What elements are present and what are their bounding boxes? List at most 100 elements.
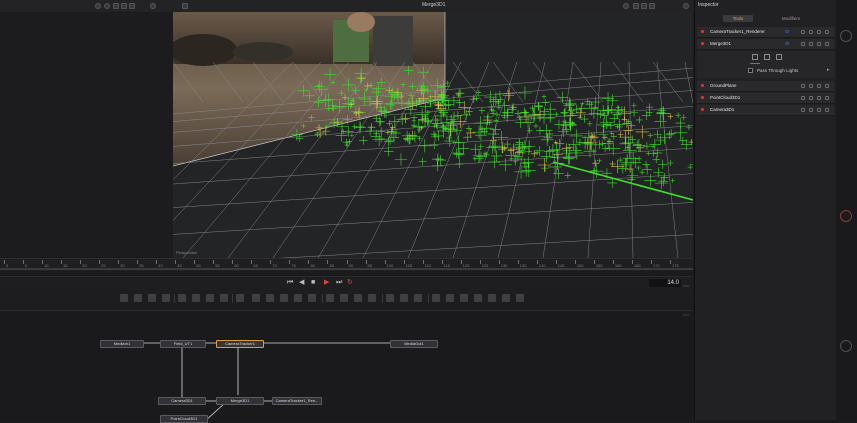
- tool-icon[interactable]: [266, 294, 274, 302]
- version-icon[interactable]: ⊙: [785, 41, 789, 47]
- node-camera3d[interactable]: Camera3D1: [158, 397, 206, 405]
- viewer-b-icon[interactable]: [121, 3, 127, 9]
- tool-icon[interactable]: [446, 294, 454, 302]
- node-options-icon[interactable]: ⋯: [683, 312, 689, 319]
- tool-icon[interactable]: [414, 294, 422, 302]
- tracker-point: [344, 142, 350, 148]
- roi-icon[interactable]: [633, 3, 639, 9]
- version-icon[interactable]: ⊙: [785, 29, 789, 35]
- tool-icon[interactable]: [252, 294, 260, 302]
- tool-icon[interactable]: [236, 294, 244, 302]
- expand-icon[interactable]: ▸: [827, 67, 830, 73]
- options-icon[interactable]: [649, 3, 655, 9]
- stop-icon[interactable]: ■: [311, 279, 315, 287]
- viewer-a-icon[interactable]: [113, 3, 119, 9]
- node-mediaout[interactable]: MediaOut1: [390, 340, 438, 348]
- pin-icon[interactable]: [809, 42, 813, 46]
- inspector-row-pointcloud[interactable]: PointCloud3D1: [697, 93, 834, 104]
- tool-icon[interactable]: [354, 294, 362, 302]
- controls-tab-icon[interactable]: [752, 54, 758, 60]
- copy-icon[interactable]: [801, 108, 805, 112]
- tool-icon[interactable]: [516, 294, 524, 302]
- pin-icon[interactable]: [809, 96, 813, 100]
- view-mode-icon[interactable]: [182, 3, 188, 9]
- tool-icon[interactable]: [432, 294, 440, 302]
- step-back-icon[interactable]: ◀: [299, 279, 304, 287]
- tool-icon[interactable]: [308, 294, 316, 302]
- pin-icon[interactable]: [809, 108, 813, 112]
- node-editor[interactable]: MediaIn1 Field_UT1 CameraTracker1 MediaO…: [0, 310, 693, 423]
- lock-icon[interactable]: [817, 84, 821, 88]
- ruler-tick: [23, 260, 25, 264]
- pin-icon[interactable]: [809, 84, 813, 88]
- node-renderer[interactable]: CameraTracker1_Ren...: [272, 397, 322, 405]
- play-icon[interactable]: ▶: [324, 279, 329, 287]
- view-options-icon[interactable]: [95, 3, 101, 9]
- copy-icon[interactable]: [801, 96, 805, 100]
- tool-icon[interactable]: [488, 294, 496, 302]
- tool-icon[interactable]: [340, 294, 348, 302]
- reset-icon[interactable]: [825, 84, 829, 88]
- node-merge3d[interactable]: Merge3D1: [216, 397, 264, 405]
- tool-icon[interactable]: [134, 294, 142, 302]
- tool-icon[interactable]: [386, 294, 394, 302]
- copy-icon[interactable]: [801, 42, 805, 46]
- tool-icon[interactable]: [474, 294, 482, 302]
- inspector-row-groundplane[interactable]: GroundPlane: [697, 81, 834, 92]
- copy-icon[interactable]: [801, 84, 805, 88]
- jog-dial-icon[interactable]: [840, 340, 852, 352]
- tool-icon[interactable]: [120, 294, 128, 302]
- tool-icon[interactable]: [178, 294, 186, 302]
- reset-icon[interactable]: [825, 42, 829, 46]
- current-frame-field[interactable]: 14.0: [649, 279, 681, 287]
- node-fieldfilter[interactable]: Field_UT1: [160, 340, 206, 348]
- lock-icon[interactable]: [817, 30, 821, 34]
- tool-icon[interactable]: [220, 294, 228, 302]
- lock-icon[interactable]: [817, 96, 821, 100]
- copy-icon[interactable]: [801, 30, 805, 34]
- menu-icon[interactable]: [150, 3, 156, 9]
- tool-icon[interactable]: [326, 294, 334, 302]
- channel-icon[interactable]: [623, 3, 629, 9]
- range-bar[interactable]: [0, 268, 693, 270]
- go-to-end-icon[interactable]: ⏭: [336, 279, 342, 287]
- tool-icon[interactable]: [294, 294, 302, 302]
- more-options-icon[interactable]: [683, 3, 689, 9]
- loop-icon[interactable]: ↻: [347, 279, 353, 287]
- reset-icon[interactable]: [825, 30, 829, 34]
- transform-tab-icon[interactable]: [764, 54, 770, 60]
- layout-icon[interactable]: [104, 3, 110, 9]
- tab-tools[interactable]: Tools: [723, 15, 753, 22]
- reset-icon[interactable]: [825, 96, 829, 100]
- tool-icon[interactable]: [162, 294, 170, 302]
- tool-icon[interactable]: [460, 294, 468, 302]
- tool-icon[interactable]: [192, 294, 200, 302]
- go-to-start-icon[interactable]: ⏮: [287, 279, 293, 287]
- tool-icon[interactable]: [400, 294, 408, 302]
- node-pointcloud[interactable]: PointCloud3D1: [160, 415, 208, 423]
- lut-icon[interactable]: [641, 3, 647, 9]
- dial-icon[interactable]: [840, 30, 852, 42]
- tool-icon[interactable]: [206, 294, 214, 302]
- inspector-row-merge[interactable]: Merge3D1 ⊙: [697, 39, 834, 50]
- tool-icon[interactable]: [368, 294, 376, 302]
- record-dial-icon[interactable]: [840, 210, 852, 222]
- tool-icon[interactable]: [148, 294, 156, 302]
- tracker-point: [636, 165, 642, 171]
- tab-modifiers[interactable]: Modifiers: [773, 15, 809, 22]
- pin-icon[interactable]: [809, 30, 813, 34]
- node-mediain[interactable]: MediaIn1: [100, 340, 144, 348]
- reset-icon[interactable]: [825, 108, 829, 112]
- lock-icon[interactable]: [817, 42, 821, 46]
- node-cameratracker[interactable]: CameraTracker1: [216, 340, 264, 348]
- pass-through-lights-checkbox[interactable]: [748, 68, 753, 73]
- toolbar-options-icon[interactable]: ⋯: [683, 283, 689, 290]
- inspector-row-camera[interactable]: Camera3D1: [697, 105, 834, 116]
- tool-icon[interactable]: [502, 294, 510, 302]
- inspector-row-renderer[interactable]: CameraTracker1_Renderer ⊙: [697, 27, 834, 38]
- tool-icon[interactable]: [280, 294, 288, 302]
- settings-tab-icon[interactable]: [776, 54, 782, 60]
- zoom-icon[interactable]: [129, 3, 135, 9]
- 3d-viewer[interactable]: Perspective: [173, 12, 693, 258]
- lock-icon[interactable]: [817, 108, 821, 112]
